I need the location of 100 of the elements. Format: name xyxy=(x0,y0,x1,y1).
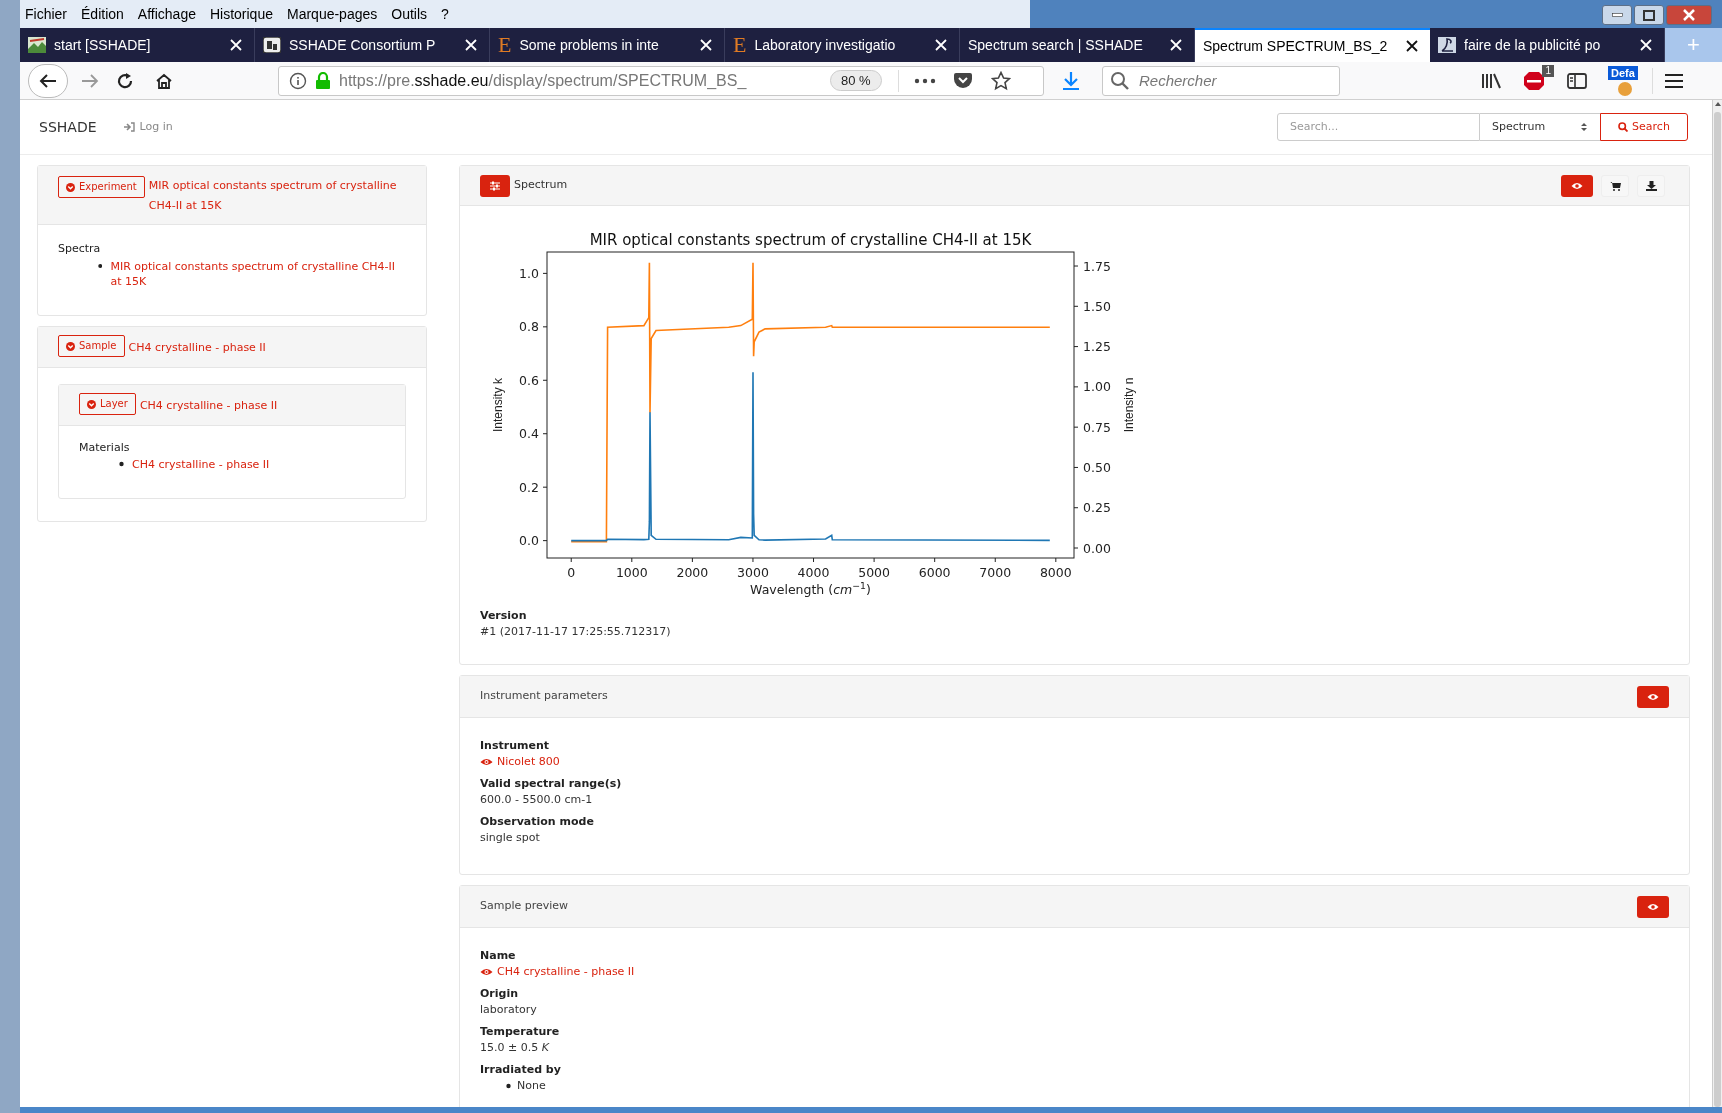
close-tab-button[interactable] xyxy=(698,37,714,53)
cart-button[interactable] xyxy=(1601,174,1629,197)
tick-label: 0 xyxy=(567,565,576,580)
download-button[interactable] xyxy=(1637,174,1665,197)
lock-icon xyxy=(315,71,331,90)
collapse-toggle-button[interactable]: Sample xyxy=(58,335,125,357)
back-button[interactable] xyxy=(28,63,68,98)
field-value: 15.0 ± 0.5 K xyxy=(480,1040,551,1056)
field-label: Origin xyxy=(480,986,520,1002)
download-icon xyxy=(1645,180,1657,191)
close-icon xyxy=(935,39,947,51)
tick-label: 0.00 xyxy=(1083,540,1111,556)
tick-label: 3000 xyxy=(737,565,769,580)
back-arrow-icon xyxy=(38,72,58,89)
field-value: 600.0 - 5500.0 cm-1 xyxy=(480,792,594,808)
bookmark-star-icon[interactable] xyxy=(990,70,1011,91)
card-title-link[interactable]: CH4 crystalline - phase II xyxy=(139,398,278,412)
close-tab-button[interactable] xyxy=(1638,37,1654,53)
address-bar[interactable]: https://pre.sshade.eu/display/spectrum/SPECTRUM_BS_ 80 % xyxy=(278,65,1044,96)
menu-icon[interactable] xyxy=(1663,71,1685,90)
maximize-button[interactable] xyxy=(1634,5,1664,25)
close-icon xyxy=(465,39,477,51)
brand-link[interactable]: SSHADE xyxy=(39,116,97,138)
type-select[interactable]: Spectrum xyxy=(1480,113,1600,141)
tick-label: 0.75 xyxy=(1083,419,1111,435)
image-icon xyxy=(28,37,46,53)
close-window-button[interactable] xyxy=(1666,5,1712,25)
toggle-view-button[interactable] xyxy=(1561,174,1593,197)
section-label: Materials xyxy=(79,439,131,456)
notification-count: 1 xyxy=(1542,64,1554,77)
home-icon xyxy=(154,71,174,90)
tab-title: start [SSHADE] xyxy=(54,35,152,55)
close-icon xyxy=(700,39,712,51)
toggle-view-button[interactable] xyxy=(1637,685,1669,708)
eye-icon xyxy=(480,968,493,976)
menu-item[interactable]: Affichage xyxy=(137,3,196,25)
menu-item[interactable]: Fichier xyxy=(25,3,67,25)
item-link[interactable]: MIR optical constants spectrum of crystalline CH4-II at 15K xyxy=(110,258,396,289)
card-title-link[interactable]: MIR optical constants spectrum of crystalline CH4-II at 15K xyxy=(148,176,406,216)
tick-label: 1.25 xyxy=(1083,339,1111,355)
forward-arrow-icon xyxy=(80,71,100,90)
card-title-link[interactable]: CH4 crystalline - phase II xyxy=(128,340,266,354)
tick-label: 7000 xyxy=(979,565,1012,580)
maximize-icon xyxy=(1643,9,1655,21)
axis-title: Wavelength (cm$^{−1}$) xyxy=(749,582,872,598)
field-label: Valid spectral range(s) xyxy=(480,776,623,792)
menu-item[interactable]: Édition xyxy=(81,3,124,25)
download-icon[interactable] xyxy=(1060,69,1082,92)
browser-tab[interactable]: Spectrum SPECTRUM_BS_2 xyxy=(1195,28,1430,62)
card-title: Sample preview xyxy=(480,898,569,915)
sliders-icon xyxy=(489,180,501,191)
menu-item[interactable]: Historique xyxy=(209,3,273,25)
cart-icon xyxy=(1609,180,1621,191)
browser-search-field[interactable]: Rechercher xyxy=(1102,65,1340,96)
scrollbar[interactable] xyxy=(1712,100,1722,1107)
zoom-level[interactable]: 80 % xyxy=(830,69,882,92)
close-tab-button[interactable] xyxy=(228,37,244,53)
tab-title: Some problems in inte xyxy=(519,35,660,55)
pocket-icon[interactable] xyxy=(952,71,973,90)
field-label: Name xyxy=(480,948,517,964)
collapse-toggle-button[interactable]: Layer xyxy=(79,393,136,415)
minimize-button[interactable] xyxy=(1602,5,1632,25)
field-label: Observation mode xyxy=(480,814,595,830)
tick-label: 0.25 xyxy=(1083,500,1111,516)
scrollbar-thumb[interactable] xyxy=(1714,112,1721,1107)
axis-title: Intensity k xyxy=(491,378,505,432)
collapse-toggle-button[interactable]: Experiment xyxy=(58,176,145,198)
close-tab-button[interactable] xyxy=(1404,38,1420,54)
tick-label: 6000 xyxy=(918,565,951,580)
item-link[interactable]: CH4 crystalline - phase II xyxy=(132,457,270,472)
close-tab-button[interactable] xyxy=(1168,37,1184,53)
close-tab-button[interactable] xyxy=(933,37,949,53)
card-title: Instrument parameters xyxy=(480,688,608,705)
field-value: None xyxy=(517,1078,546,1094)
field-label: Version xyxy=(480,608,528,624)
tick-label: 1.50 xyxy=(1083,298,1111,314)
field-link[interactable]: CH4 crystalline - phase II xyxy=(480,964,1689,980)
search-icon xyxy=(1618,122,1629,132)
menu-item[interactable]: ? xyxy=(441,3,449,25)
tab-title: Spectrum search | SSHADE xyxy=(968,35,1144,55)
close-icon xyxy=(1640,39,1652,51)
section-label: Spectra xyxy=(58,241,102,257)
field-link[interactable]: Nicolet 800 xyxy=(480,754,1689,770)
tick-label: 4000 xyxy=(797,565,830,580)
card-title: Spectrum xyxy=(514,177,568,194)
favicon-letter: E xyxy=(498,34,512,56)
close-tab-button[interactable] xyxy=(463,37,479,53)
menu-item[interactable]: Marque-pages xyxy=(287,3,378,25)
menu-item[interactable]: Outils xyxy=(391,3,428,25)
site-search-field[interactable]: Search... xyxy=(1277,113,1480,141)
tick-label: 1000 xyxy=(615,565,648,580)
login-link[interactable]: Log in xyxy=(122,118,173,136)
sidebar-icon[interactable] xyxy=(1566,70,1588,91)
search-button[interactable]: Search xyxy=(1600,113,1688,141)
toggle-view-button[interactable] xyxy=(1637,895,1669,918)
tick-label: 0.6 xyxy=(519,372,539,388)
tick-label: 0.8 xyxy=(519,319,539,335)
close-icon xyxy=(1406,40,1418,52)
tab-title: Laboratory investigatio xyxy=(754,35,897,55)
settings-button[interactable] xyxy=(480,174,510,197)
